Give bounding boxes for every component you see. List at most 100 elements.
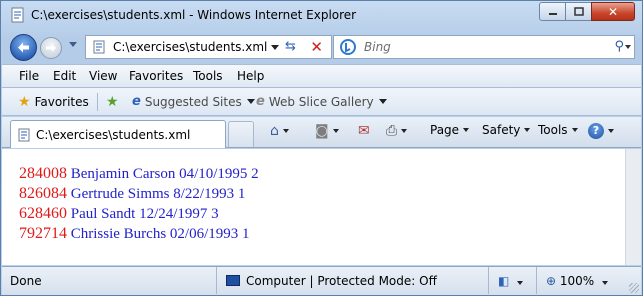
chevron-down-icon xyxy=(246,99,255,104)
add-to-favorites-bar-button[interactable]: ★ xyxy=(106,94,123,110)
page-content: 284008 Benjamin Carson 04/10/1995 2 8260… xyxy=(2,149,625,265)
menu-help[interactable]: Help xyxy=(237,69,264,83)
help-icon: ? xyxy=(588,123,604,139)
home-button[interactable]: ⌂ xyxy=(270,123,289,139)
tools-menu[interactable]: Tools xyxy=(538,123,578,137)
page-menu[interactable]: Page xyxy=(430,123,470,137)
student-id: 284008 xyxy=(19,165,67,182)
favorites-bar: ★ Favorites ★ e Suggested Sites e Web Sl… xyxy=(2,88,641,116)
student-id: 826084 xyxy=(19,185,67,202)
maximize-icon xyxy=(573,7,584,16)
search-input[interactable]: Bing xyxy=(364,40,391,54)
close-button[interactable]: ✕ xyxy=(591,2,635,21)
web-slice-gallery-link[interactable]: e Web Slice Gallery xyxy=(256,94,387,109)
add-favorite-icon: ★ xyxy=(106,94,119,110)
status-text: Done xyxy=(10,274,42,288)
maximize-button[interactable] xyxy=(565,2,592,21)
chevron-down-icon xyxy=(463,128,470,132)
chevron-down-icon xyxy=(602,281,609,285)
browser-window: C:\exercises\students.xml - Windows Inte… xyxy=(0,0,643,296)
vertical-scrollbar[interactable] xyxy=(625,149,641,265)
refresh-icon[interactable]: ⇆ xyxy=(285,40,301,54)
chevron-down-icon xyxy=(524,128,531,132)
minimize-button[interactable] xyxy=(539,2,566,21)
security-zone[interactable]: Computer | Protected Mode: Off xyxy=(226,274,437,288)
window-title: C:\exercises\students.xml - Windows Inte… xyxy=(31,8,357,22)
menu-tools[interactable]: Tools xyxy=(193,69,223,83)
new-tab-button[interactable] xyxy=(228,121,254,147)
forward-button[interactable] xyxy=(40,37,62,59)
divider xyxy=(97,93,98,111)
printer-icon: ⎙ xyxy=(386,123,398,139)
chevron-down-icon xyxy=(571,128,578,132)
status-icons: ◧ xyxy=(498,274,524,288)
page-menu-label: Page xyxy=(430,123,460,137)
student-id: 792714 xyxy=(19,225,67,242)
title-bar: C:\exercises\students.xml - Windows Inte… xyxy=(1,1,642,31)
back-arrow-icon xyxy=(18,42,29,53)
favorites-label: Favorites xyxy=(34,95,89,109)
suggested-sites-link[interactable]: e Suggested Sites xyxy=(132,94,255,109)
safety-menu-label: Safety xyxy=(482,123,521,137)
chevron-down-icon xyxy=(401,129,408,133)
menu-file[interactable]: File xyxy=(19,69,39,83)
chevron-down-icon xyxy=(608,129,614,133)
chevron-down-icon xyxy=(332,129,339,133)
bing-icon xyxy=(340,39,356,55)
divider xyxy=(536,267,537,294)
status-bar: Done Computer | Protected Mode: Off ◧ ⊕ … xyxy=(2,266,641,295)
chevron-down-icon xyxy=(282,129,289,133)
list-item: 792714 Chrissie Burchs 02/06/1993 1 xyxy=(19,224,259,244)
address-dropdown-icon[interactable] xyxy=(271,45,279,50)
read-mail-button[interactable]: ✉ xyxy=(358,123,370,139)
computer-icon xyxy=(226,275,240,286)
web-slice-icon: e xyxy=(256,94,265,109)
student-details: Paul Sandt 12/24/1997 3 xyxy=(70,206,219,222)
tab-students-xml[interactable]: C:\exercises\students.xml xyxy=(10,120,226,148)
chevron-down-icon[interactable] xyxy=(517,281,524,285)
page-icon xyxy=(18,128,30,141)
resize-grip[interactable] xyxy=(629,283,639,293)
safety-menu[interactable]: Safety xyxy=(482,123,531,137)
back-button[interactable] xyxy=(10,34,37,61)
feeds-button[interactable]: ◙ xyxy=(315,123,339,139)
mail-icon: ✉ xyxy=(358,123,370,139)
menu-favorites[interactable]: Favorites xyxy=(129,69,183,83)
student-details: Benjamin Carson 04/10/1995 2 xyxy=(70,166,259,182)
network-icon: ◧ xyxy=(498,274,510,288)
rss-icon: ◙ xyxy=(315,123,329,139)
zoom-control[interactable]: ⊕ 100% xyxy=(546,274,609,288)
forward-arrow-icon xyxy=(46,44,56,52)
recent-pages-dropdown[interactable] xyxy=(69,42,77,47)
list-item: 826084 Gertrude Simms 8/22/1993 1 xyxy=(19,184,259,204)
menu-view[interactable]: View xyxy=(89,69,117,83)
divider xyxy=(488,267,489,294)
close-icon: ✕ xyxy=(607,4,619,19)
suggested-sites-label: Suggested Sites xyxy=(144,94,242,109)
address-bar[interactable]: C:\exercises\students.xml ⇆ ✕ xyxy=(85,35,332,59)
zoom-level: 100% xyxy=(559,274,595,288)
print-button[interactable]: ⎙ xyxy=(386,123,408,139)
tab-label: C:\exercises\students.xml xyxy=(36,127,191,142)
zone-label: Computer | Protected Mode: Off xyxy=(246,274,437,288)
help-menu[interactable]: ? xyxy=(588,123,614,139)
tab-bar: C:\exercises\students.xml ⌂ ◙ ✉ ⎙ Page S… xyxy=(2,117,641,148)
menu-bar: File Edit View Favorites Tools Help xyxy=(2,64,641,88)
search-box[interactable]: Bing ⚲ xyxy=(333,35,635,59)
ie-icon: e xyxy=(132,94,141,109)
stop-icon[interactable]: ✕ xyxy=(310,38,323,56)
chevron-down-icon xyxy=(378,99,387,104)
student-details: Gertrude Simms 8/22/1993 1 xyxy=(70,186,246,202)
list-item: 284008 Benjamin Carson 04/10/1995 2 xyxy=(19,164,259,184)
zoom-icon: ⊕ xyxy=(546,274,557,288)
address-text[interactable]: C:\exercises\students.xml xyxy=(113,40,267,54)
search-icon[interactable]: ⚲ xyxy=(614,39,624,54)
student-list: 284008 Benjamin Carson 04/10/1995 2 8260… xyxy=(19,164,259,244)
search-dropdown-icon[interactable] xyxy=(625,45,631,49)
menu-edit[interactable]: Edit xyxy=(53,69,76,83)
favorites-button[interactable]: ★ Favorites xyxy=(18,94,89,110)
page-icon xyxy=(93,40,105,54)
minimize-icon xyxy=(548,12,557,15)
student-id: 628460 xyxy=(19,205,67,222)
navigation-bar: C:\exercises\students.xml ⇆ ✕ Bing ⚲ xyxy=(1,31,642,63)
